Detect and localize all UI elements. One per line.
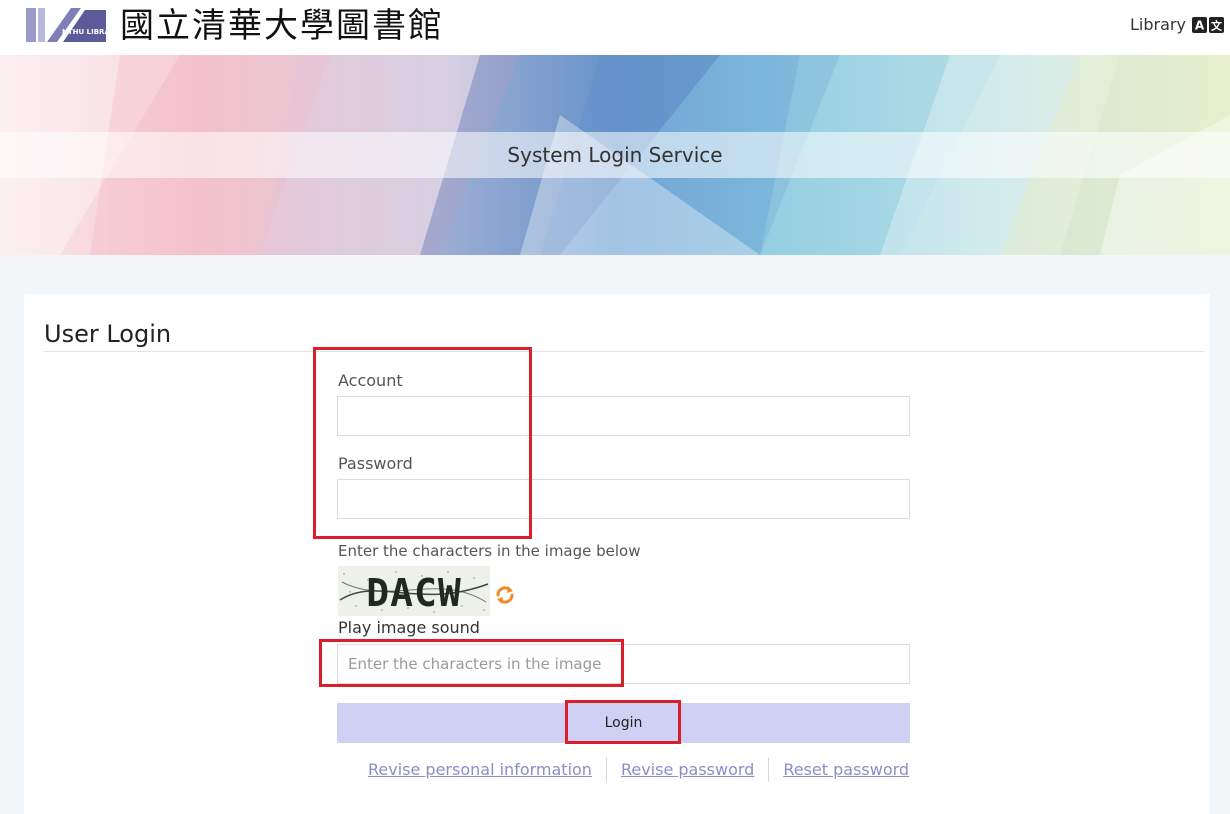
login-button[interactable]: Login xyxy=(337,703,910,743)
account-links: Revise personal information Revise passw… xyxy=(368,758,909,782)
link-separator xyxy=(605,758,607,782)
heading-divider xyxy=(44,351,1204,352)
account-input[interactable] xyxy=(337,396,910,436)
svg-text:文: 文 xyxy=(1211,19,1223,33)
banner-title: System Login Service xyxy=(507,143,723,167)
refresh-icon[interactable] xyxy=(494,584,516,606)
captcha-input[interactable] xyxy=(337,644,910,684)
site-title: 國立清華大學圖書館 xyxy=(120,6,444,46)
password-input[interactable] xyxy=(337,479,910,519)
account-label: Account xyxy=(338,371,403,390)
revise-password-link[interactable]: Revise password xyxy=(621,759,754,781)
play-sound-link[interactable]: Play image sound xyxy=(338,619,480,637)
reset-password-link[interactable]: Reset password xyxy=(783,759,909,781)
logo-text: NTHU LIBRARY xyxy=(62,28,106,36)
revise-info-link[interactable]: Revise personal information xyxy=(368,759,592,781)
library-logo-icon[interactable]: NTHU LIBRARY xyxy=(23,4,106,46)
nav-library-link[interactable]: Library xyxy=(1130,15,1186,35)
login-heading: User Login xyxy=(44,320,172,348)
captcha-image: DACW xyxy=(338,566,490,616)
password-label: Password xyxy=(338,454,413,473)
top-header: NTHU LIBRARY 國立清華大學圖書館 Library A 文 xyxy=(0,0,1230,55)
link-separator xyxy=(768,758,770,782)
hero-banner: System Login Service xyxy=(0,55,1230,255)
svg-text:A: A xyxy=(1195,19,1205,33)
translate-icon[interactable]: A 文 xyxy=(1192,17,1224,33)
captcha-instruction: Enter the characters in the image below xyxy=(338,542,641,560)
captcha-text: DACW xyxy=(366,571,462,615)
